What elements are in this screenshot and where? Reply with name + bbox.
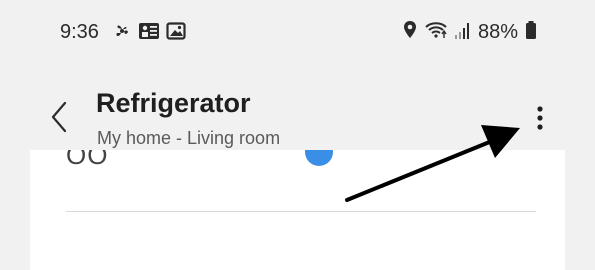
page-subtitle: My home - Living room — [97, 128, 281, 148]
chevron-left-icon — [50, 101, 68, 138]
card-divider — [66, 211, 536, 212]
back-button[interactable] — [44, 101, 74, 138]
status-time: 9:36 — [60, 21, 99, 43]
battery-percent: 88% — [477, 21, 518, 43]
device-card: OO — [30, 150, 565, 270]
page-title: Refrigerator — [96, 88, 251, 118]
status-bar: 9:36 88% — [0, 0, 595, 64]
more-options-button[interactable] — [528, 102, 552, 138]
battery-icon — [525, 20, 537, 45]
media-grid-icon — [138, 22, 160, 45]
signal-bars-icon — [454, 21, 471, 44]
status-indicator-dot — [305, 150, 333, 166]
card-partial-text: OO — [66, 150, 109, 170]
location-pin-icon — [403, 20, 417, 45]
status-right: 88% — [403, 20, 537, 45]
more-vertical-icon — [536, 104, 544, 137]
fan-icon — [112, 22, 132, 45]
image-icon — [166, 22, 186, 45]
wifi-icon — [424, 20, 448, 45]
status-icons-left — [112, 22, 186, 45]
